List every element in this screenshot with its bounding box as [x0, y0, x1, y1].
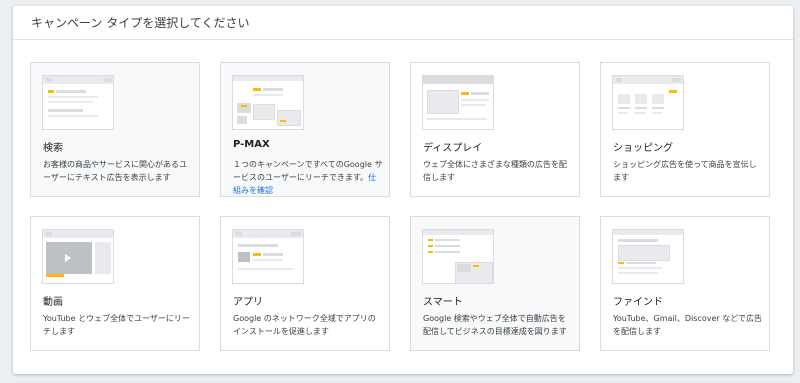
- campaign-card-search[interactable]: 検索 お客様の商品やサービスに関心があるユーザーにテキスト広告を表示します: [30, 62, 200, 197]
- campaign-card-discovery[interactable]: ファインド YouTube、Gmail、Discover などで広告を配信します: [600, 216, 770, 351]
- card-title: スマート: [423, 297, 463, 308]
- card-description: お客様の商品やサービスに関心があるユーザーにテキスト広告を表示します: [43, 160, 187, 182]
- card-description: ウェブ全体にさまざまな種類の広告を配信します: [423, 160, 567, 182]
- card-description: YouTube とウェブ全体でユーザーにリーチします: [43, 314, 190, 336]
- campaign-card-pmax[interactable]: P-MAX １つのキャンペーンですべてのGoogle サービスのユーザーにリーチ…: [220, 62, 390, 197]
- card-description: YouTube、Gmail、Discover などで広告を配信します: [613, 314, 763, 336]
- campaign-card-smart[interactable]: スマート Google 検索やウェブ全体で自動広告を配信してビジネスの目標達成を…: [410, 216, 580, 351]
- campaign-type-panel: キャンペーン タイプを選択してください 検索 お客様の商品やサービスに関心がある…: [13, 6, 793, 374]
- card-title: 動画: [43, 297, 63, 308]
- app-illustration-icon: [232, 229, 304, 284]
- card-title: P-MAX: [233, 139, 270, 150]
- display-illustration-icon: [422, 75, 494, 130]
- campaign-card-shopping[interactable]: ショッピング ショッピング広告を使って商品を宣伝します: [600, 62, 770, 197]
- card-title: ファインド: [613, 297, 663, 308]
- card-description: ショッピング広告を使って商品を宣伝します: [613, 160, 757, 182]
- card-title: ディスプレイ: [423, 143, 483, 154]
- card-description: １つのキャンペーンですべてのGoogle サービスのユーザーにリーチできます。仕…: [233, 160, 383, 195]
- card-description: Google 検索やウェブ全体で自動広告を配信してビジネスの目標達成を図ります: [423, 314, 567, 336]
- campaign-card-app[interactable]: アプリ Google のネットワーク全域でアプリのインストールを促進します: [220, 216, 390, 351]
- smart-illustration-icon: [422, 229, 494, 284]
- search-illustration-icon: [42, 75, 114, 130]
- campaign-card-video[interactable]: 動画 YouTube とウェブ全体でユーザーにリーチします: [30, 216, 200, 351]
- card-title: アプリ: [233, 297, 263, 308]
- card-description: Google のネットワーク全域でアプリのインストールを促進します: [233, 314, 376, 336]
- panel-header: キャンペーン タイプを選択してください: [13, 6, 793, 40]
- shopping-illustration-icon: [612, 75, 684, 130]
- campaign-card-display[interactable]: ディスプレイ ウェブ全体にさまざまな種類の広告を配信します: [410, 62, 580, 197]
- discovery-illustration-icon: [612, 229, 684, 284]
- card-title: ショッピング: [613, 143, 673, 154]
- pmax-illustration-icon: [232, 75, 304, 130]
- video-illustration-icon: [42, 229, 114, 284]
- page-title: キャンペーン タイプを選択してください: [31, 16, 250, 30]
- card-title: 検索: [43, 143, 63, 154]
